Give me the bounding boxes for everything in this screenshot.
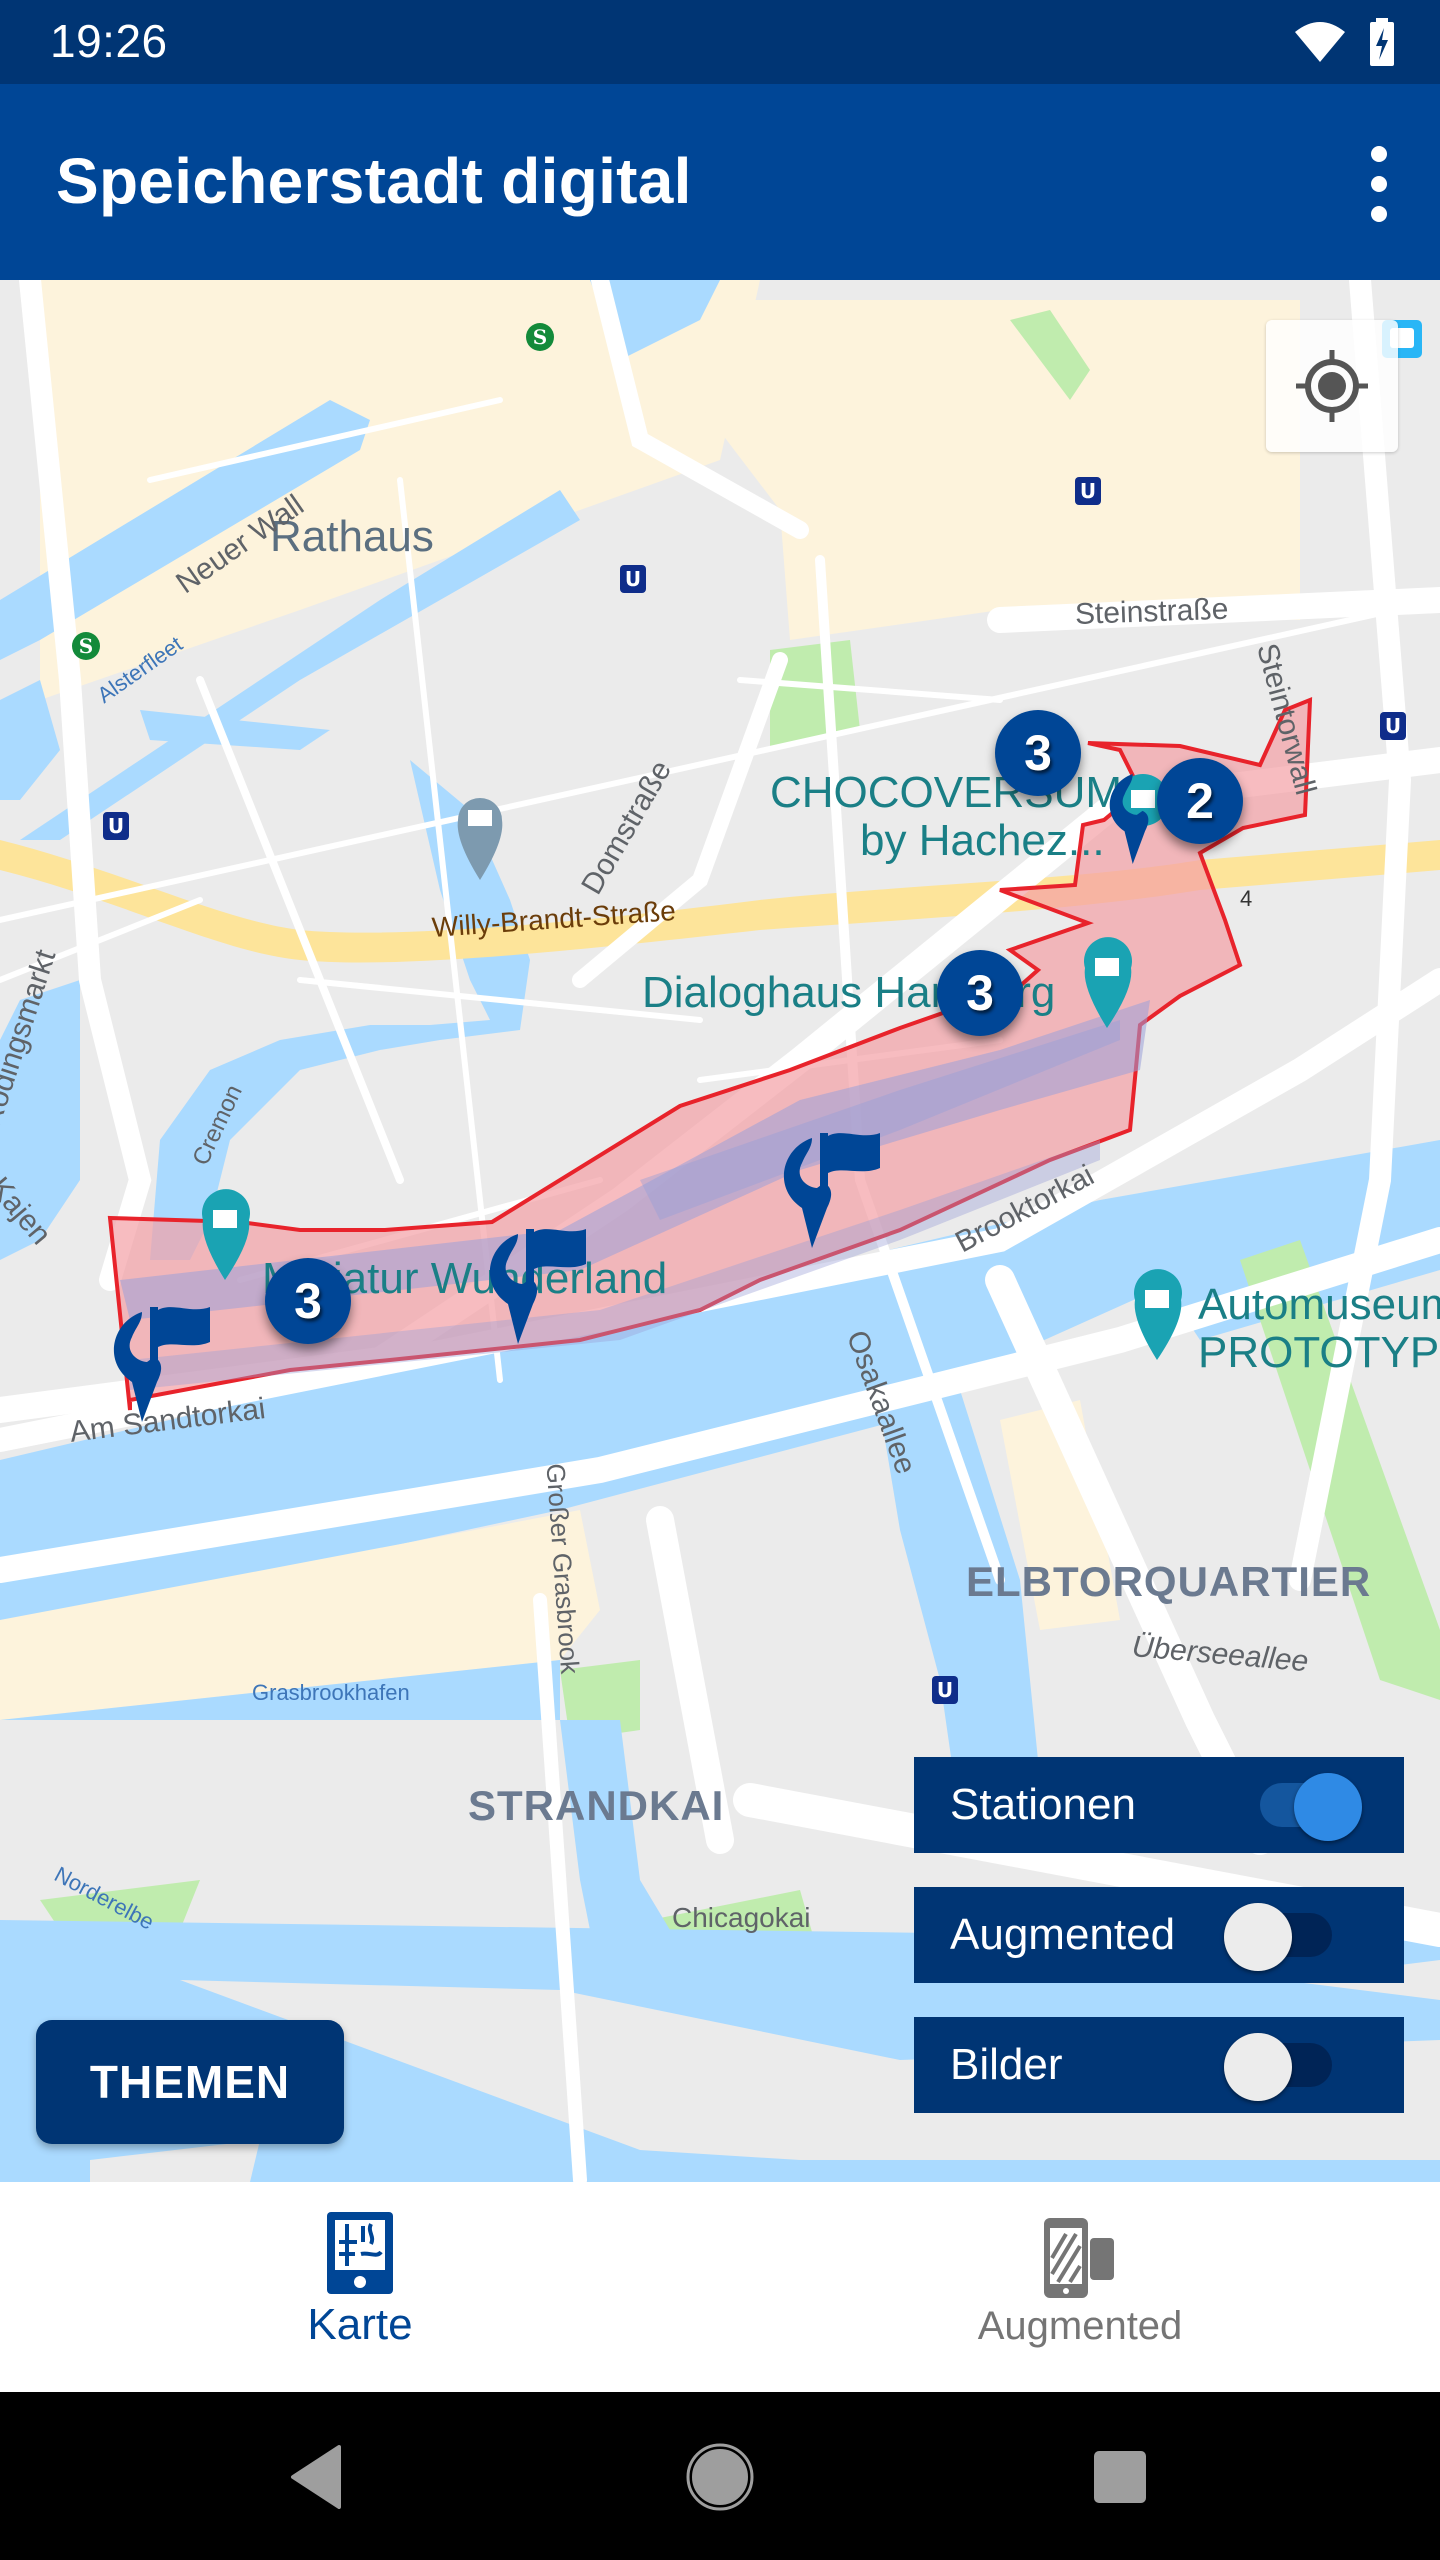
map-label-automuseum-sub: PROTOTYP: [1198, 1328, 1440, 1377]
nav-label-karte: Karte: [307, 2300, 413, 2349]
ar-phone-icon: [1044, 2218, 1114, 2298]
status-bar: 19:26: [0, 0, 1440, 84]
more-vert-icon[interactable]: [1354, 146, 1404, 222]
recents-icon: [1094, 2451, 1146, 2503]
switch-bilder[interactable]: [1224, 2033, 1332, 2101]
svg-text:U: U: [937, 1678, 953, 1702]
wifi-icon: [1295, 22, 1345, 62]
toggle-stationen[interactable]: Stationen: [914, 1757, 1404, 1853]
svg-text:U: U: [1385, 714, 1401, 738]
station-cluster[interactable]: 3: [265, 1258, 351, 1344]
station-cluster[interactable]: 3: [995, 710, 1081, 796]
back-button[interactable]: [282, 2442, 352, 2512]
map-view[interactable]: U U U U U S S Rathaus Neuer Wall Alsterfleet…: [0, 280, 1440, 2182]
nav-label-augmented: Augmented: [977, 2304, 1183, 2348]
map-label-route-4: 4: [1240, 886, 1253, 911]
map-label-chicagokai: Chicagokai: [672, 1902, 811, 1933]
themen-button[interactable]: THEMEN: [36, 2020, 344, 2144]
toggle-bilder[interactable]: Bilder: [914, 2017, 1404, 2113]
home-icon: [686, 2443, 754, 2511]
battery-charging-icon: [1370, 18, 1394, 66]
map-label-grasbrookhafen: Grasbrookhafen: [252, 1680, 410, 1705]
home-button[interactable]: [685, 2442, 755, 2512]
app-bar: Speicherstadt digital: [0, 84, 1440, 280]
my-location-icon: [1296, 350, 1368, 422]
station-flag-marker[interactable]: [478, 1224, 588, 1354]
svg-text:U: U: [108, 814, 124, 838]
system-navigation-bar: [0, 2392, 1440, 2560]
svg-text:S: S: [533, 325, 547, 349]
switch-augmented[interactable]: [1224, 1903, 1332, 1971]
map-label-strandkai: STRANDKAI: [468, 1782, 725, 1829]
station-flag-marker[interactable]: [102, 1302, 212, 1432]
station-flag-marker[interactable]: [772, 1128, 882, 1258]
map-label-automuseum: Automuseum: [1198, 1280, 1440, 1329]
switch-stationen[interactable]: [1254, 1773, 1362, 1841]
toggle-augmented[interactable]: Augmented: [914, 1887, 1404, 1983]
status-time: 19:26: [50, 15, 168, 67]
toggle-label: Augmented: [950, 1910, 1176, 1959]
nav-tab-augmented[interactable]: Augmented: [720, 2182, 1440, 2392]
map-label-steinstrasse: Steinstraße: [1074, 592, 1229, 631]
back-icon: [291, 2445, 341, 2509]
svg-text:U: U: [1080, 479, 1096, 503]
toggle-label: Bilder: [950, 2040, 1063, 2089]
svg-text:U: U: [625, 567, 641, 591]
map-phone-icon: [327, 2212, 393, 2294]
map-label-chocoversum-sub: by Hachez...: [860, 816, 1105, 865]
recents-button[interactable]: [1085, 2442, 1155, 2512]
map-label-elbtorquartier: ELBTORQUARTIER: [966, 1558, 1372, 1605]
my-location-button[interactable]: [1266, 320, 1398, 452]
app-title: Speicherstadt digital: [56, 145, 692, 217]
station-cluster[interactable]: 3: [937, 950, 1023, 1036]
svg-text:S: S: [79, 634, 93, 658]
station-cluster[interactable]: 2: [1157, 758, 1243, 844]
nav-tab-karte[interactable]: Karte: [0, 2182, 720, 2392]
bottom-navigation: Karte Augmented: [0, 2182, 1440, 2392]
